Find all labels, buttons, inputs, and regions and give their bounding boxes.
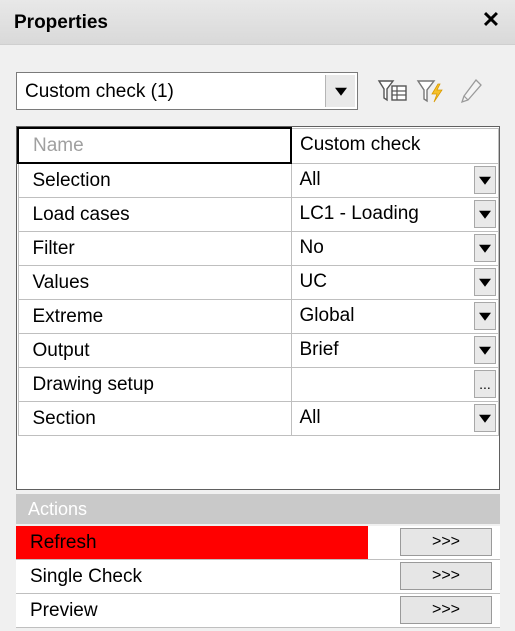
dropdown-button[interactable] xyxy=(474,302,496,330)
action-row: Single Check >>> xyxy=(16,560,500,594)
chevron-down-icon xyxy=(479,278,491,287)
actions-list: Refresh >>> Single Check >>> Preview >>> xyxy=(16,526,500,628)
property-value: Brief xyxy=(299,339,339,360)
panel-title: Properties xyxy=(14,12,108,33)
check-selector-combo[interactable]: Custom check (1) xyxy=(16,72,358,110)
action-label: Refresh xyxy=(16,526,368,559)
property-row[interactable]: Section All xyxy=(17,401,499,436)
pencil-icon[interactable] xyxy=(454,74,488,108)
property-row[interactable]: Name Custom check xyxy=(17,127,499,164)
property-row[interactable]: Filter No xyxy=(17,231,499,266)
chevron-down-icon xyxy=(334,87,347,96)
property-value: Global xyxy=(299,305,355,326)
combo-dropdown-button[interactable] xyxy=(325,75,355,107)
property-value: UC xyxy=(299,271,327,292)
property-value-cell[interactable]: UC xyxy=(290,265,499,300)
property-label: Name xyxy=(17,127,292,164)
property-row[interactable]: Load cases LC1 - Loading xyxy=(17,197,499,232)
filter-table-icon[interactable] xyxy=(376,74,410,108)
property-label: Values xyxy=(17,265,292,300)
property-value: Custom check xyxy=(300,133,421,155)
action-label: Single Check xyxy=(30,566,142,587)
property-value-cell[interactable]: All xyxy=(290,401,499,436)
chevron-down-icon xyxy=(479,414,491,423)
property-row[interactable]: Extreme Global xyxy=(17,299,499,334)
chevron-down-icon xyxy=(479,244,491,253)
chevron-down-icon xyxy=(479,346,491,355)
property-value: No xyxy=(299,237,324,258)
property-row[interactable]: Selection All xyxy=(17,162,499,198)
property-value-cell[interactable]: All xyxy=(290,162,499,198)
close-icon[interactable]: ✕ xyxy=(479,8,503,32)
title-bar: Properties ✕ xyxy=(0,0,515,45)
property-value: All xyxy=(299,407,321,428)
property-value-cell[interactable]: Brief xyxy=(290,333,499,368)
property-value: LC1 - Loading xyxy=(299,203,419,224)
property-label: Output xyxy=(17,333,292,368)
run-action-button[interactable]: >>> xyxy=(400,596,492,624)
action-row: Refresh >>> xyxy=(16,526,500,560)
property-label: Selection xyxy=(17,162,292,198)
property-value-cell[interactable]: Global xyxy=(290,299,499,334)
run-action-button[interactable]: >>> xyxy=(400,528,492,556)
dropdown-button[interactable] xyxy=(474,336,496,364)
ellipsis-button[interactable]: ... xyxy=(474,370,496,398)
filter-lightning-icon[interactable] xyxy=(414,74,448,108)
property-label: Section xyxy=(17,401,292,436)
property-value: All xyxy=(299,168,321,190)
action-row: Preview >>> xyxy=(16,594,500,628)
property-value-cell[interactable]: Custom check xyxy=(290,127,499,164)
combo-selected-value: Custom check (1) xyxy=(25,81,174,102)
chevron-down-icon xyxy=(479,210,491,219)
run-action-button[interactable]: >>> xyxy=(400,562,492,590)
property-label: Drawing setup xyxy=(17,367,292,402)
chevron-down-icon xyxy=(479,176,491,185)
properties-panel: Properties ✕ Custom check (1) Name Custo… xyxy=(0,0,515,631)
property-row[interactable]: Values UC xyxy=(17,265,499,300)
property-value-cell[interactable]: ... xyxy=(290,367,499,402)
dropdown-button[interactable] xyxy=(474,165,496,194)
property-value-cell[interactable]: LC1 - Loading xyxy=(290,197,499,232)
dropdown-button[interactable] xyxy=(474,404,496,432)
property-grid: Name Custom check Selection All Load cases LC… xyxy=(16,126,500,490)
property-label: Load cases xyxy=(17,197,292,232)
action-label: Preview xyxy=(30,600,98,621)
property-label: Filter xyxy=(17,231,292,266)
property-row[interactable]: Output Brief xyxy=(17,333,499,368)
actions-header: Actions xyxy=(16,494,500,524)
property-label: Extreme xyxy=(17,299,292,334)
dropdown-button[interactable] xyxy=(474,234,496,262)
dropdown-button[interactable] xyxy=(474,200,496,228)
dropdown-button[interactable] xyxy=(474,268,496,296)
property-row[interactable]: Drawing setup... xyxy=(17,367,499,402)
chevron-down-icon xyxy=(479,312,491,321)
property-value-cell[interactable]: No xyxy=(290,231,499,266)
